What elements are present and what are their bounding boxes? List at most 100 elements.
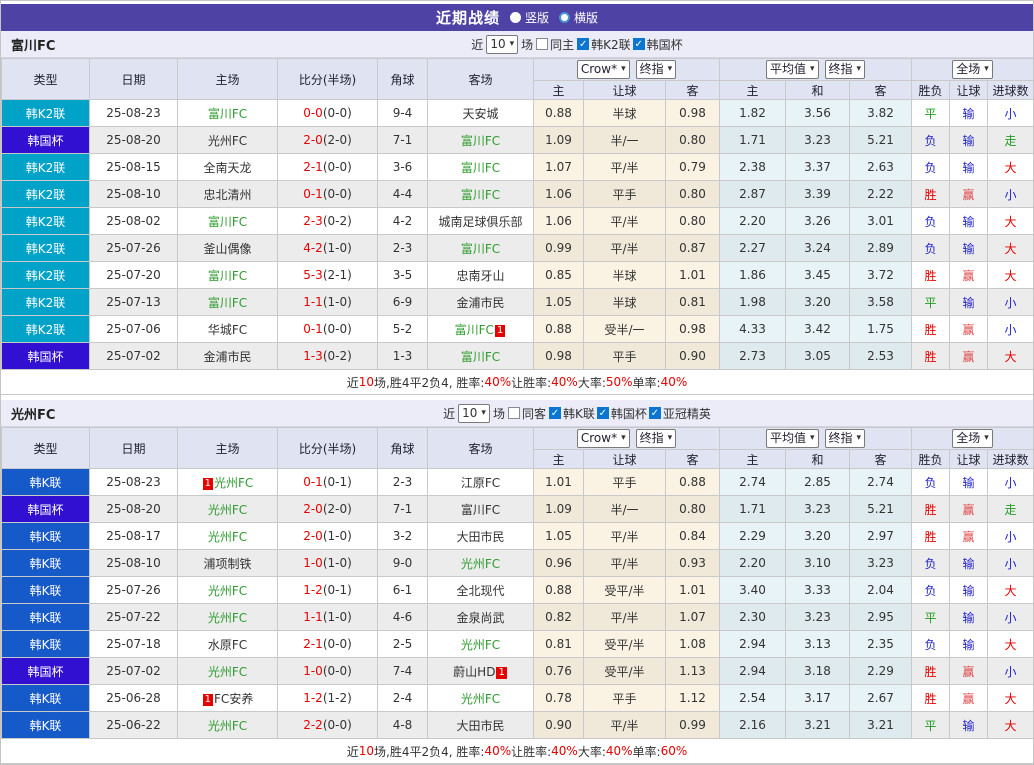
league-filter-checkbox[interactable]: ✓韩K2联 — [577, 36, 631, 53]
date-cell: 25-08-10 — [90, 550, 178, 577]
match-row: 韩K联25-06-281FC安养1-2(1-2)2-4光州FC0.78平手1.1… — [2, 685, 1034, 712]
avg-home-cell: 1.71 — [720, 496, 786, 523]
radio-horizontal-layout[interactable]: 横版 — [559, 9, 598, 26]
sub-handicap-result: 让球 — [950, 450, 988, 469]
avg-group-header: 平均值▾ 终指▾ — [720, 428, 912, 450]
date-cell: 25-08-10 — [90, 181, 178, 208]
away-team-cell: 富川FC — [428, 181, 534, 208]
league-filter-checkbox[interactable]: ✓亚冠精英 — [649, 405, 711, 422]
match-row: 韩K2联25-07-06华城FC0-1(0-0)5-2富川FC10.88受半/一… — [2, 316, 1034, 343]
filter-bar: 近 10 ▾ 场 同主 ✓韩K2联✓韩国杯 — [471, 35, 682, 54]
league-filter-checkbox[interactable]: ✓韩K联 — [549, 405, 595, 422]
avg-home-cell: 4.33 — [720, 316, 786, 343]
odds-away-cell: 0.81 — [666, 289, 720, 316]
summary-segment: 50% — [606, 375, 633, 389]
score-cell: 1-0(0-0) — [278, 658, 378, 685]
chevron-down-icon: ▾ — [668, 61, 673, 78]
away-team-cell: 大田市民 — [428, 712, 534, 739]
near-label: 近 — [443, 405, 455, 422]
avg-type-select[interactable]: 平均值▾ — [766, 429, 819, 448]
avg-home-cell: 1.71 — [720, 127, 786, 154]
col-corner: 角球 — [378, 59, 428, 100]
match-row: 韩K联25-08-17光州FC2-0(1-0)3-2大田市民1.05平/半0.8… — [2, 523, 1034, 550]
avg-home-cell: 2.16 — [720, 712, 786, 739]
goals-result-cell: 走 — [988, 127, 1034, 154]
avg-stage-select[interactable]: 终指▾ — [825, 60, 866, 79]
avg-home-cell: 2.29 — [720, 523, 786, 550]
col-date: 日期 — [90, 59, 178, 100]
odds-stage-select[interactable]: 终指▾ — [636, 60, 677, 79]
avg-stage-select[interactable]: 终指▾ — [825, 429, 866, 448]
match-row: 韩K2联25-07-20富川FC5-3(2-1)3-5忠南牙山0.85半球1.0… — [2, 262, 1034, 289]
handicap-result-cell: 赢 — [950, 262, 988, 289]
date-cell: 25-08-23 — [90, 100, 178, 127]
odds-home-cell: 0.96 — [534, 550, 584, 577]
odds-home-cell: 0.98 — [534, 343, 584, 370]
summary-segment: 60% — [661, 744, 688, 758]
date-cell: 25-06-22 — [90, 712, 178, 739]
avg-type-select[interactable]: 平均值▾ — [766, 60, 819, 79]
odds-stage-select[interactable]: 终指▾ — [636, 429, 677, 448]
league-filter-checkbox[interactable]: ✓韩国杯 — [597, 405, 647, 422]
avg-draw-cell: 3.56 — [786, 100, 850, 127]
match-count-select[interactable]: 10 ▾ — [486, 35, 518, 54]
odds-handicap-cell: 平手 — [584, 685, 666, 712]
odds-home-cell: 0.76 — [534, 658, 584, 685]
result-cell: 负 — [912, 154, 950, 181]
handicap-result-cell: 输 — [950, 631, 988, 658]
corner-cell: 9-4 — [378, 100, 428, 127]
away-team-cell: 金浦市民 — [428, 289, 534, 316]
score-cell: 2-3(0-2) — [278, 208, 378, 235]
odds-company-select[interactable]: Crow*▾ — [577, 60, 630, 79]
sub-avg-away: 客 — [850, 81, 912, 100]
odds-home-cell: 1.01 — [534, 469, 584, 496]
scope-select[interactable]: 全场▾ — [952, 60, 993, 79]
same-away-checkbox[interactable]: 同客 — [508, 405, 546, 422]
odds-company-select[interactable]: Crow*▾ — [577, 429, 630, 448]
league-filter-label: 韩K2联 — [591, 36, 631, 53]
same-home-checkbox[interactable]: 同主 — [536, 36, 574, 53]
date-cell: 25-08-20 — [90, 127, 178, 154]
scope-select[interactable]: 全场▾ — [952, 429, 993, 448]
corner-cell: 4-4 — [378, 181, 428, 208]
goals-result-cell: 小 — [988, 469, 1034, 496]
games-label: 场 — [521, 36, 533, 53]
home-team-cell: 光州FC — [178, 127, 278, 154]
avg-draw-cell: 3.13 — [786, 631, 850, 658]
sub-avg-home: 主 — [720, 450, 786, 469]
league-cell: 韩K2联 — [2, 289, 90, 316]
match-row: 韩国杯25-07-02光州FC1-0(0-0)7-4蔚山HD10.76受平/半1… — [2, 658, 1034, 685]
date-cell: 25-07-02 — [90, 658, 178, 685]
handicap-result-cell: 赢 — [950, 658, 988, 685]
sub-result: 胜负 — [912, 81, 950, 100]
rank-badge: 1 — [495, 325, 505, 337]
odds-home-cell: 0.88 — [534, 577, 584, 604]
result-cell: 平 — [912, 712, 950, 739]
avg-away-cell: 2.74 — [850, 469, 912, 496]
handicap-result-cell: 赢 — [950, 685, 988, 712]
radio-vertical-layout[interactable]: 竖版 — [510, 9, 549, 26]
avg-away-cell: 5.21 — [850, 496, 912, 523]
date-cell: 25-07-06 — [90, 316, 178, 343]
away-team-cell: 金泉尚武 — [428, 604, 534, 631]
match-row: 韩国杯25-08-20光州FC2-0(2-0)7-1富川FC1.09半/一0.8… — [2, 127, 1034, 154]
col-score: 比分(半场) — [278, 428, 378, 469]
avg-draw-cell: 3.20 — [786, 289, 850, 316]
match-count-select[interactable]: 10 ▾ — [458, 404, 490, 423]
result-cell: 负 — [912, 550, 950, 577]
home-team-cell: 光州FC — [178, 577, 278, 604]
odds-away-cell: 1.08 — [666, 631, 720, 658]
handicap-result-cell: 输 — [950, 577, 988, 604]
avg-home-cell: 2.38 — [720, 154, 786, 181]
summary-segment: 40% — [484, 744, 511, 758]
result-cell: 胜 — [912, 685, 950, 712]
corner-cell: 2-3 — [378, 235, 428, 262]
match-row: 韩国杯25-07-02金浦市民1-3(0-2)1-3富川FC0.98平手0.90… — [2, 343, 1034, 370]
corner-cell: 6-1 — [378, 577, 428, 604]
fulltime-group-header: 全场▾ — [912, 428, 1034, 450]
league-filter-checkbox[interactable]: ✓韩国杯 — [633, 36, 683, 53]
home-team-cell: 1光州FC — [178, 469, 278, 496]
odds-home-cell: 0.99 — [534, 235, 584, 262]
odds-away-cell: 0.80 — [666, 181, 720, 208]
home-team-cell: 华城FC — [178, 316, 278, 343]
